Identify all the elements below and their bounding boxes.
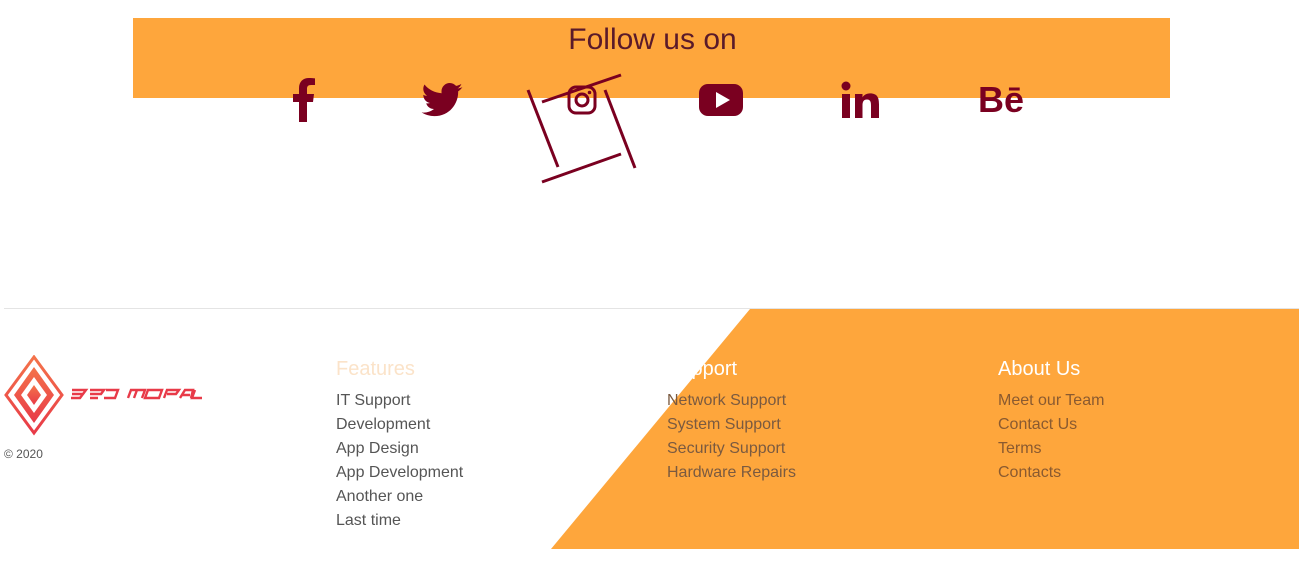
features-heading: Features [336,358,415,380]
brand-logo[interactable] [4,354,204,437]
support-link-security[interactable]: Security Support [667,437,796,461]
features-link-another-one[interactable]: Another one [336,485,463,509]
features-link-app-development[interactable]: App Development [336,461,463,485]
about-link-contact-us[interactable]: Contact Us [998,413,1104,437]
behance-icon: Bē [977,79,1025,120]
copyright-text: © 2020 [4,447,43,461]
follow-title: Follow us on [568,23,737,56]
instagram-link[interactable] [552,78,612,122]
features-link-it-support[interactable]: IT Support [336,389,463,413]
about-column: About Us Meet our Team Contact Us Terms … [998,358,1104,485]
linkedin-link[interactable] [830,78,890,122]
support-link-hardware[interactable]: Hardware Repairs [667,461,796,485]
behance-link[interactable]: Bē [969,78,1033,122]
youtube-icon [699,84,743,116]
about-heading: About Us [998,358,1081,380]
about-link-terms[interactable]: Terms [998,437,1104,461]
features-link-development[interactable]: Development [336,413,463,437]
support-link-system[interactable]: System Support [667,413,796,437]
youtube-link[interactable] [691,78,751,122]
support-column: Support Network Support System Support S… [667,358,796,485]
about-link-team[interactable]: Meet our Team [998,389,1104,413]
footer-divider [4,308,1299,309]
support-link-network[interactable]: Network Support [667,389,796,413]
instagram-icon [567,85,597,115]
facebook-icon [293,78,315,122]
features-link-app-design[interactable]: App Design [336,437,463,461]
twitter-link[interactable] [412,78,472,122]
about-link-contacts[interactable]: Contacts [998,461,1104,485]
facebook-link[interactable] [273,78,333,122]
support-heading: Support [667,358,738,380]
linkedin-icon [841,81,879,118]
features-column: Features IT Support Development App Desi… [336,358,463,533]
features-link-last-time[interactable]: Last time [336,509,463,533]
twitter-icon [421,83,463,117]
